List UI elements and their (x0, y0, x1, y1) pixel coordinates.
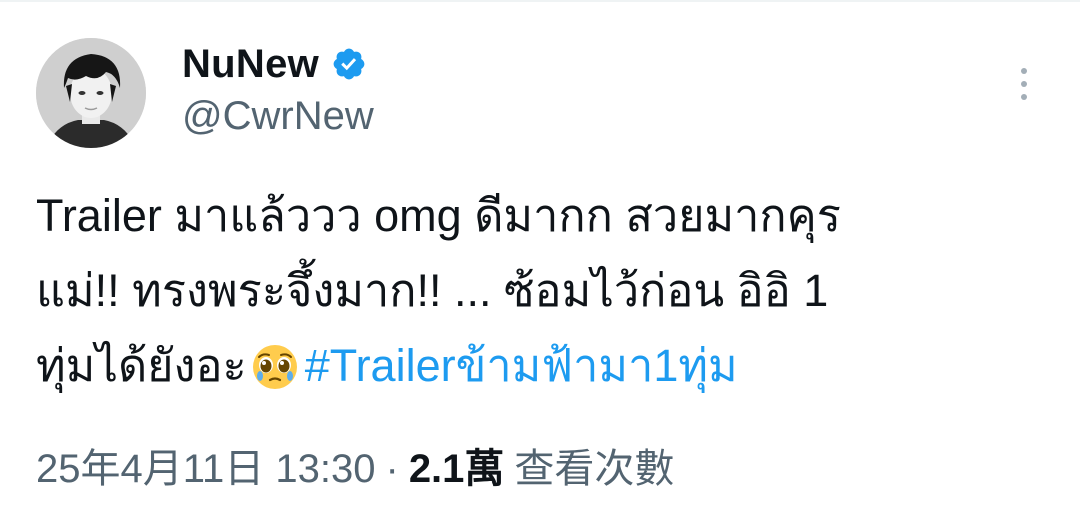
verified-badge-icon[interactable] (331, 46, 367, 82)
tweet-text-line-3: ทุ่มได้ยังอะ #Trailerข้ามฟ้ามา1ทุ่ม (36, 328, 1046, 403)
tweet-meta: 25年4月11日 13:30 · 2.1萬 查看次數 (36, 436, 674, 494)
more-options-button[interactable] (1006, 62, 1042, 106)
profile-photo (36, 38, 146, 148)
tweet-text-line-3-text: ทุ่มได้ยังอะ (36, 340, 247, 391)
views-count: 2.1萬 (408, 447, 505, 491)
meta-separator: · (385, 447, 399, 491)
tweet-text-line-2: แม่!! ทรงพระจึ้งมาก!! ... ซ้อมไว้ก่อน อิ… (36, 265, 829, 316)
author-name-row: NuNew (182, 40, 367, 88)
author-handle[interactable]: @CwrNew (182, 94, 374, 139)
avatar[interactable] (36, 38, 146, 148)
display-name[interactable]: NuNew (182, 42, 319, 87)
top-divider (0, 0, 1080, 2)
pleading-face-emoji (251, 338, 299, 389)
tweet-text: Trailer มาแล้ววว omg ดีมากก สวยมากคุร แม… (36, 178, 1046, 403)
timestamp[interactable]: 25年4月11日 13:30 (36, 447, 375, 491)
tweet-text-line-1: Trailer มาแล้ววว omg ดีมากก สวยมากคุร (36, 190, 841, 241)
views-label: 查看次數 (514, 447, 675, 491)
hashtag-link[interactable]: #Trailerข้ามฟ้ามา1ทุ่ม (305, 340, 738, 391)
more-vertical-icon (1021, 68, 1027, 100)
